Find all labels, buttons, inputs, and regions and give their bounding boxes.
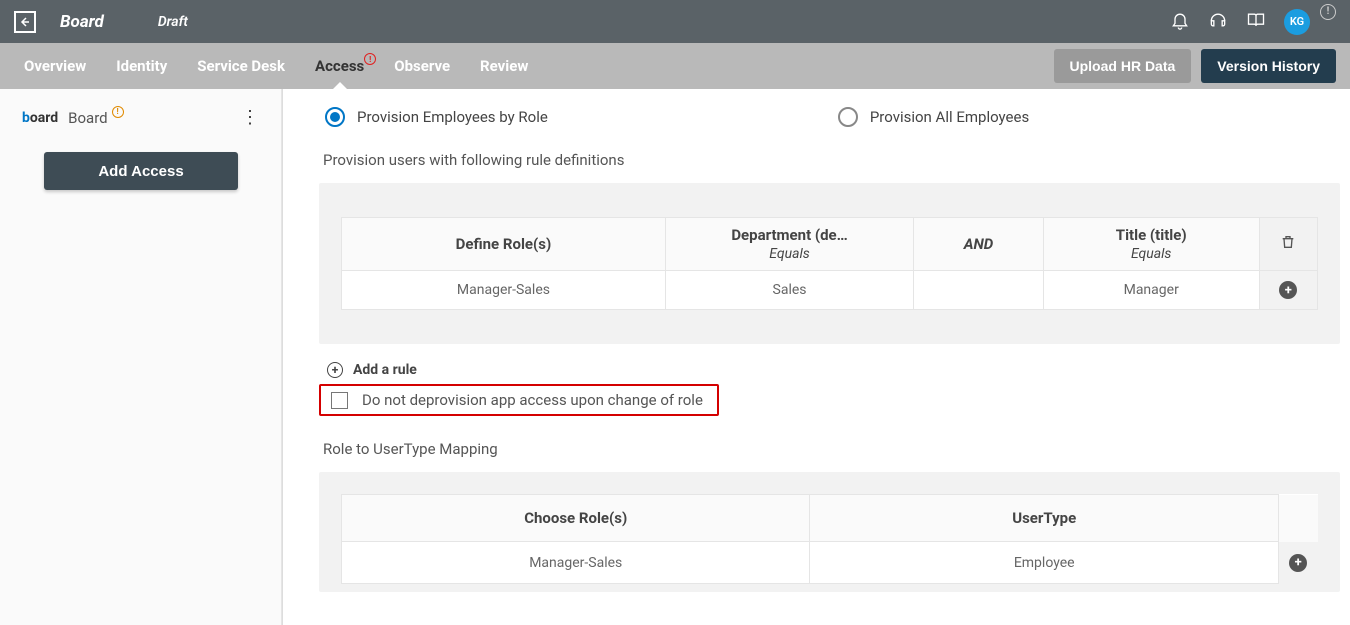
warning-icon: ! [112,106,124,118]
alert-icon: ! [364,53,376,65]
avatar[interactable]: KG [1284,9,1310,35]
cell-add: + [1278,542,1317,584]
col-title: Title (title) Equals [1043,218,1259,271]
table-row: Manager-Sales Employee + [342,542,1318,584]
col-spacer [1278,495,1317,542]
topbar-left: Board Draft [14,11,188,33]
cell-usertype[interactable]: Employee [810,542,1278,584]
app-logo: board [22,110,58,126]
rules-section-label: Provision users with following rule defi… [323,151,1340,169]
radio-icon [838,107,858,127]
sidebar: board Board ! ⋮ Add Access [0,89,282,625]
cell-role[interactable]: Manager-Sales [342,542,810,584]
mapping-section-label: Role to UserType Mapping [323,440,1340,458]
tab-identity[interactable]: Identity [116,57,167,75]
cell-add: + [1259,271,1317,310]
version-history-button[interactable]: Version History [1201,49,1336,83]
add-rule-label: Add a rule [353,362,417,378]
add-access-button[interactable]: Add Access [44,152,238,190]
subnav-actions: Upload HR Data Version History [1054,49,1337,83]
plus-circle-outline-icon: + [327,362,343,378]
trash-icon[interactable] [1280,234,1296,250]
deprovision-checkbox[interactable] [331,392,348,409]
col-usertype: UserType [810,495,1278,542]
main: Provision Employees by Role Provision Al… [282,89,1350,625]
provision-mode-radios: Provision Employees by Role Provision Al… [325,107,1340,127]
deprovision-checkbox-row: Do not deprovision app access upon chang… [319,384,719,416]
tab-observe[interactable]: Observe [394,57,450,75]
deprovision-checkbox-label: Do not deprovision app access upon chang… [362,391,703,409]
col-department: Department (de… Equals [665,218,913,271]
radio-label: Provision All Employees [870,108,1029,126]
col-title-op: Equals [1054,246,1249,262]
more-icon[interactable]: ⋮ [241,107,259,128]
tab-service-desk[interactable]: Service Desk [197,57,285,75]
col-and: AND [914,218,1044,271]
radio-provision-all[interactable]: Provision All Employees [838,107,1029,127]
info-icon[interactable]: ! [1320,4,1336,20]
topbar: Board Draft KG ! [0,0,1350,43]
tab-access[interactable]: Access ! [315,57,364,75]
cell-dept[interactable]: Sales [665,271,913,310]
mapping-card: Choose Role(s) UserType Manager-Sales Em… [319,472,1340,592]
back-button[interactable] [14,11,36,33]
body: board Board ! ⋮ Add Access Provision Emp… [0,89,1350,625]
radio-provision-by-role[interactable]: Provision Employees by Role [325,107,548,127]
status-badge: Draft [158,14,188,30]
col-choose-role: Choose Role(s) [342,495,810,542]
table-header-row: Choose Role(s) UserType [342,495,1318,542]
sidebar-app[interactable]: board Board ! ⋮ [22,107,259,128]
rules-table: Define Role(s) Department (de… Equals AN… [341,217,1318,310]
col-delete [1259,218,1317,271]
rules-card: Define Role(s) Department (de… Equals AN… [319,183,1340,344]
col-define-role: Define Role(s) [342,218,666,271]
cell-title[interactable]: Manager [1043,271,1259,310]
plus-icon[interactable]: + [1279,281,1297,299]
tab-review[interactable]: Review [480,57,528,75]
headset-icon[interactable] [1208,10,1228,34]
add-rule-button[interactable]: + Add a rule [327,362,1340,378]
book-icon[interactable] [1246,10,1266,34]
topbar-right: KG ! [1170,9,1336,35]
upload-hr-data-button[interactable]: Upload HR Data [1054,49,1192,83]
page-title: Board [60,12,104,32]
tab-access-label: Access [315,57,364,75]
tab-overview[interactable]: Overview [24,57,86,75]
mapping-table: Choose Role(s) UserType Manager-Sales Em… [341,494,1318,584]
back-arrow-icon [19,16,31,28]
col-department-label: Department (de… [731,226,847,244]
cell-role[interactable]: Manager-Sales [342,271,666,310]
col-department-op: Equals [676,246,903,262]
bell-icon[interactable] [1170,10,1190,34]
table-header-row: Define Role(s) Department (de… Equals AN… [342,218,1318,271]
subnav-tabs: Overview Identity Service Desk Access ! … [24,57,528,75]
cell-and [914,271,1044,310]
radio-label: Provision Employees by Role [357,108,548,126]
sidebar-app-name: Board [68,109,107,127]
col-title-label: Title (title) [1116,226,1187,244]
table-row: Manager-Sales Sales Manager + [342,271,1318,310]
plus-icon[interactable]: + [1289,554,1307,572]
subnav: Overview Identity Service Desk Access ! … [0,43,1350,89]
radio-icon [325,107,345,127]
